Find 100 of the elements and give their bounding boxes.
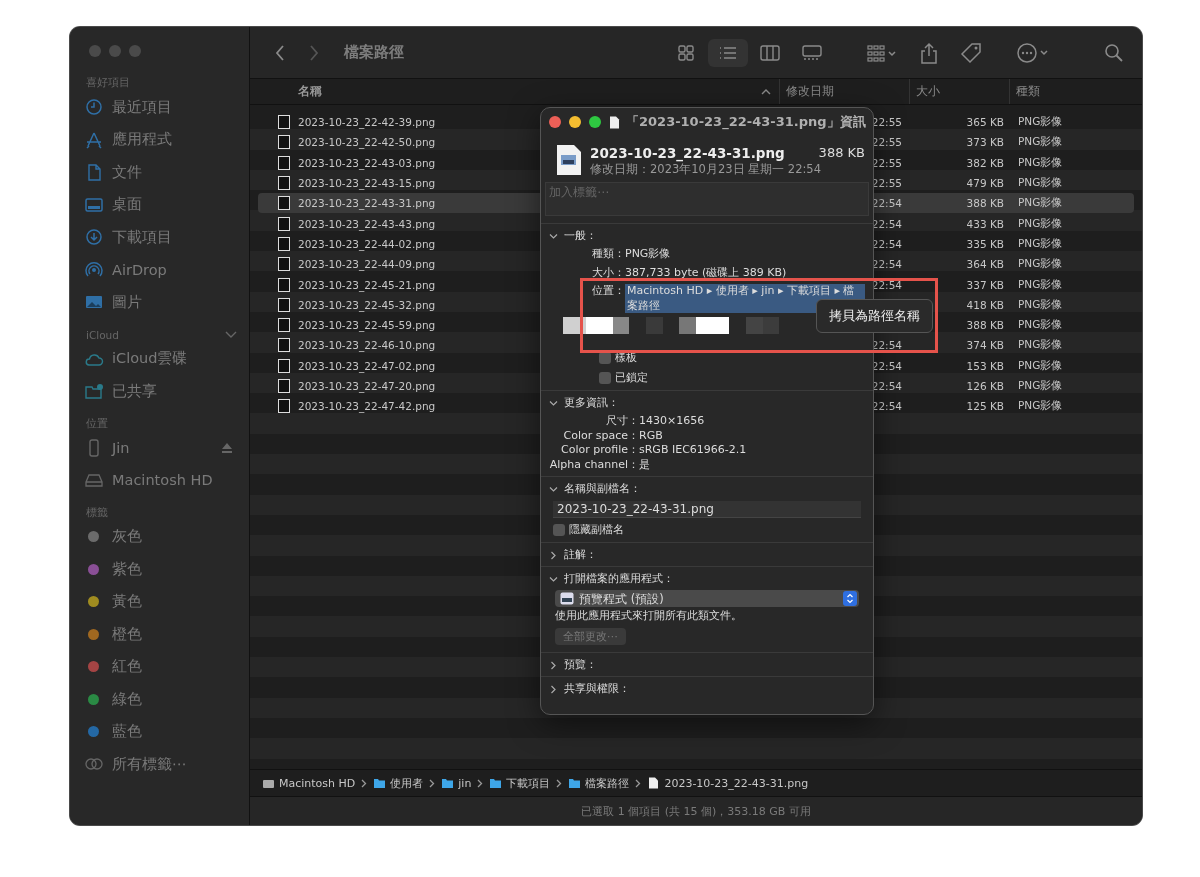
date-cell: 22:54 <box>871 197 902 210</box>
path-item[interactable]: 檔案路徑 <box>568 775 630 791</box>
sidebar-item[interactable]: Macintosh HD <box>84 464 239 497</box>
sidebar-item[interactable]: 桌面 <box>84 188 239 221</box>
path-item[interactable]: jin <box>441 776 472 790</box>
size-cell: 388 KB <box>966 319 1004 332</box>
eject-icon[interactable] <box>221 442 233 453</box>
forward-icon[interactable] <box>308 43 320 62</box>
size-cell: 125 KB <box>966 400 1004 413</box>
file-name: 2023-10-23_22-45-21.png <box>298 278 436 291</box>
airdrop-icon <box>84 260 104 279</box>
image-file-icon <box>278 216 290 231</box>
sidebar-item[interactable]: 紫色 <box>84 553 239 586</box>
close-button[interactable] <box>549 116 561 128</box>
date-cell: 22:54 <box>871 217 902 230</box>
size-cell: 382 KB <box>966 156 1004 169</box>
general-section-header[interactable]: 一般： <box>549 229 865 243</box>
group-button[interactable] <box>866 43 898 62</box>
image-file-icon <box>278 338 290 353</box>
info-label: Color profile： <box>560 443 639 458</box>
info-label: 位置： <box>591 284 625 299</box>
date-cell: 22:55 <box>871 156 902 169</box>
name-section-header[interactable]: 名稱與副檔名： <box>549 482 865 496</box>
sidebar-item[interactable]: 紅色 <box>84 650 239 683</box>
kind-cell: PNG影像 <box>1018 338 1063 351</box>
path-item[interactable]: Macintosh HD <box>262 776 356 790</box>
sidebar-item[interactable]: iCloud雲碟 <box>84 342 239 375</box>
kind-cell: PNG影像 <box>1018 196 1063 209</box>
image-file-icon <box>278 155 290 170</box>
chevron-down-icon[interactable] <box>225 330 237 339</box>
back-icon[interactable] <box>274 43 286 62</box>
sidebar-item[interactable]: 應用程式 <box>84 123 239 156</box>
columns-icon <box>759 43 781 62</box>
document-icon <box>609 115 620 129</box>
image-file-icon <box>278 277 290 292</box>
info-value: PNG影像 <box>625 247 672 262</box>
sidebar-item[interactable]: 下載項目 <box>84 221 239 254</box>
more-info-section-header[interactable]: 更多資訊： <box>549 396 865 410</box>
sidebar-item[interactable]: 圖片 <box>84 286 239 319</box>
sidebar-item[interactable]: 橙色 <box>84 618 239 651</box>
chevron-right-icon <box>635 778 642 788</box>
name-field[interactable]: 2023-10-23_22-43-31.png <box>553 501 861 518</box>
download-icon <box>84 228 104 247</box>
checkbox[interactable]: 已鎖定 <box>599 371 648 385</box>
sidebar-item[interactable]: 最近項目 <box>84 91 239 124</box>
file-name: 2023-10-23_22-45-59.png <box>298 319 436 332</box>
sidebar-item[interactable]: 黃色 <box>84 585 239 618</box>
size-cell: 374 KB <box>966 339 1004 352</box>
sharing-section-header[interactable]: 共享與權限： <box>549 682 865 696</box>
chevron-down-icon <box>549 484 558 494</box>
column-header[interactable]: 種類 <box>1010 79 1142 104</box>
info-label: 尺寸： <box>605 414 639 429</box>
file-name: 2023-10-23_22-45-32.png <box>298 298 436 311</box>
sidebar-item[interactable]: 所有標籤⋯ <box>84 748 239 781</box>
image-file-icon <box>278 196 290 211</box>
info-value: 是 <box>639 457 651 472</box>
search-icon[interactable] <box>1104 42 1124 63</box>
image-file-icon <box>278 379 290 393</box>
kind-cell: PNG影像 <box>1018 379 1063 391</box>
open-with-section-header[interactable]: 打開檔案的應用程式： <box>549 572 865 586</box>
column-header[interactable]: 名稱 <box>250 79 780 104</box>
share-icon[interactable] <box>920 41 938 64</box>
path-item[interactable]: 下載項目 <box>489 775 551 791</box>
file-name: 2023-10-23_22-47-20.png <box>298 380 436 392</box>
sidebar-item[interactable]: AirDrop <box>84 253 239 286</box>
kind-cell: PNG影像 <box>1018 236 1063 249</box>
sidebar-item[interactable]: 綠色 <box>84 683 239 716</box>
date-cell: 22:54 <box>871 359 902 372</box>
sidebar-item[interactable]: 藍色 <box>84 715 239 748</box>
file-name: 2023-10-23_22-43-31.png <box>298 197 436 210</box>
kind-cell: PNG影像 <box>1018 135 1063 148</box>
path-item[interactable]: 2023-10-23_22-43-31.png <box>647 776 809 790</box>
document-icon <box>647 777 661 789</box>
preview-section-header[interactable]: 預覽： <box>549 658 865 672</box>
file-name: 2023-10-23_22-46-10.png <box>298 339 436 352</box>
checkbox[interactable]: 隱藏副檔名 <box>553 523 624 537</box>
app-popup[interactable]: 預覽程式 (預設) <box>555 590 859 607</box>
kind-cell: PNG影像 <box>1018 297 1063 310</box>
image-file-icon <box>278 236 290 251</box>
sidebar-item[interactable]: Jin <box>84 431 239 464</box>
zoom-button[interactable] <box>589 116 601 128</box>
file-size: 388 KB <box>818 143 865 162</box>
kind-cell: PNG影像 <box>1018 257 1063 270</box>
column-header[interactable]: 大小 <box>910 79 1010 104</box>
stepper-icon <box>846 593 854 604</box>
list-view-button[interactable] <box>708 38 748 67</box>
kind-cell: PNG影像 <box>1018 277 1063 290</box>
tag-icon[interactable] <box>960 41 982 64</box>
path-item[interactable]: 使用者 <box>373 775 424 791</box>
sidebar-item[interactable]: 已共享 <box>84 375 239 408</box>
sidebar-item[interactable]: 文件 <box>84 156 239 189</box>
date-cell: 22:55 <box>871 136 902 149</box>
info-value: 387,733 byte (磁碟上 389 KB) <box>625 265 788 280</box>
minimize-button[interactable] <box>569 116 581 128</box>
sidebar-item[interactable]: 灰色 <box>84 520 239 553</box>
column-header[interactable]: 修改日期 <box>780 79 910 104</box>
comments-section-header[interactable]: 註解： <box>549 548 865 562</box>
file-name: 2023-10-23_22-42-50.png <box>298 136 436 149</box>
more-actions-button[interactable] <box>1016 41 1050 64</box>
modified-date: 修改日期：2023年10月23日 星期一 22:54 <box>590 161 822 177</box>
